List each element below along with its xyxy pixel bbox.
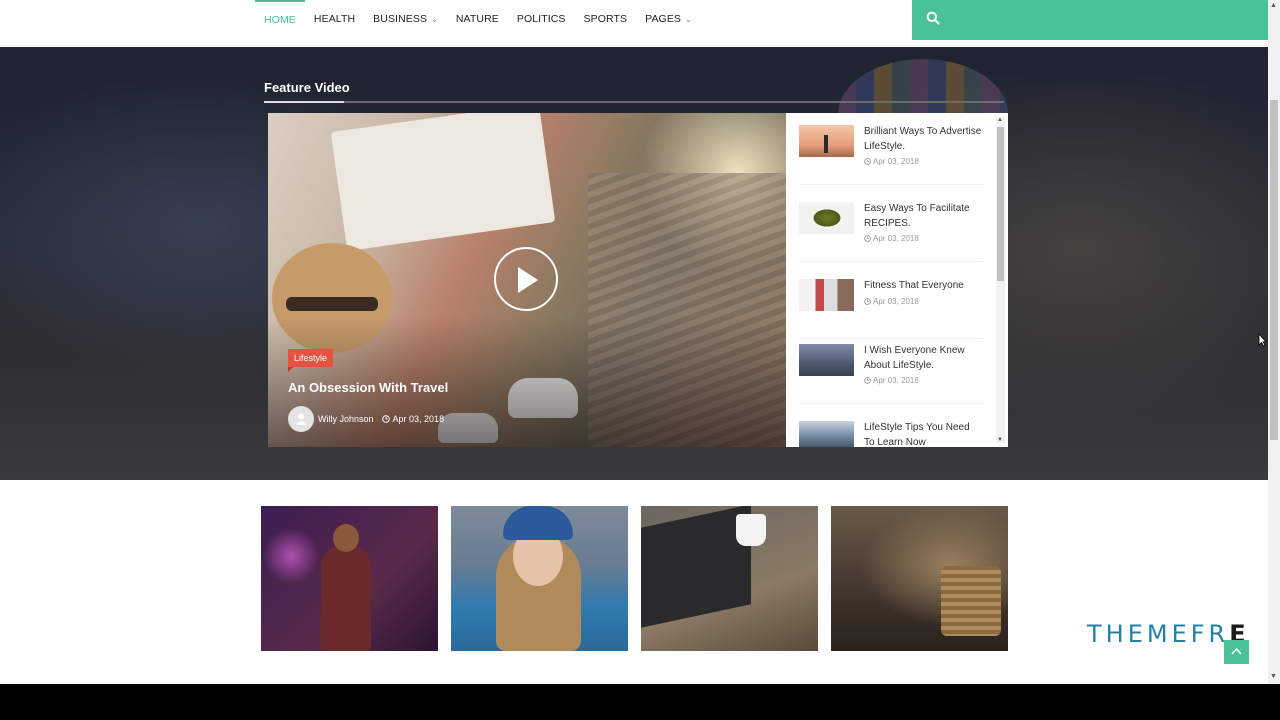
nav-item-label: PAGES [645, 13, 682, 25]
playlist-item-title: I Wish Everyone Knew About LifeStyle. [864, 345, 965, 371]
clock-icon [864, 298, 871, 305]
clock-icon [864, 158, 871, 165]
main-video[interactable]: Lifestyle An Obsession With Travel Willy… [268, 113, 786, 447]
video-meta: Willy Johnson Apr 03, 2018 [288, 406, 445, 432]
playlist-item-date-text: Apr 03, 2018 [873, 376, 919, 385]
nav-item-health[interactable]: HEALTH [305, 0, 364, 38]
page-scrollbar[interactable]: ▲ ▼ [1268, 0, 1280, 684]
gallery-image-coins[interactable] [831, 506, 1008, 651]
logo-text: THEMEFR [1087, 620, 1230, 648]
image-cup [736, 514, 766, 546]
nav-item-label: HOME [264, 14, 296, 26]
clock-icon [864, 235, 871, 242]
playlist-item-date-text: Apr 03, 2018 [873, 297, 919, 306]
chevron-down-icon: ⌄ [431, 14, 438, 24]
nav-item-politics[interactable]: POLITICS [508, 0, 575, 38]
playlist-item[interactable]: Easy Ways To Facilitate RECIPES. Apr 03,… [799, 202, 983, 262]
image-figure [321, 546, 371, 651]
playlist-item-title: Fitness That Everyone [864, 280, 964, 291]
page-scrollbar-thumb[interactable] [1270, 100, 1278, 440]
clock-icon [864, 377, 871, 384]
playlist-thumbnail [799, 421, 854, 447]
playlist-scrollbar[interactable]: ▲ ▼ [996, 117, 1005, 443]
image-figure-hat [503, 506, 573, 540]
playlist-item[interactable]: I Wish Everyone Knew About LifeStyle. Ap… [799, 344, 983, 404]
playlist-scrollbar-thumb[interactable] [997, 127, 1004, 281]
playlist-item-date: Apr 03, 2018 [864, 157, 919, 166]
scroll-up-arrow-icon[interactable]: ▲ [1270, 2, 1277, 9]
nav-item-sports[interactable]: SPORTS [575, 0, 637, 38]
search-icon[interactable] [926, 11, 944, 29]
playlist-item-date-text: Apr 03, 2018 [873, 157, 919, 166]
nav-item-label: BUSINESS [373, 13, 428, 25]
nav-item-label: SPORTS [583, 13, 628, 25]
mouse-cursor-icon [1258, 333, 1267, 347]
playlist-item-date: Apr 03, 2018 [864, 297, 919, 306]
scroll-down-arrow-icon[interactable]: ▼ [997, 437, 1003, 443]
image-coins [941, 566, 1001, 636]
nav-item-business[interactable]: BUSINESS ⌄ [364, 0, 447, 38]
image-figure-head [333, 524, 359, 552]
video-thumbnail-map [330, 113, 556, 252]
section-divider-accent [264, 101, 344, 103]
category-tag[interactable]: Lifestyle [288, 349, 334, 372]
playlist-item-date: Apr 03, 2018 [864, 234, 919, 243]
video-title[interactable]: An Obsession With Travel [288, 380, 448, 395]
gallery-image-woman[interactable] [451, 506, 628, 651]
playlist-item-title: Brilliant Ways To Advertise LifeStyle. [864, 126, 982, 152]
video-date-text: Apr 03, 2018 [392, 414, 445, 424]
playlist-thumbnail [799, 125, 854, 157]
section-title: Feature Video [264, 80, 350, 95]
scroll-down-arrow-icon[interactable]: ▼ [1270, 673, 1277, 680]
playlist-item-date: Apr 03, 2018 [864, 376, 919, 385]
nav-item-home[interactable]: HOME [255, 0, 305, 38]
video-thumbnail-hat-band [286, 297, 378, 311]
playlist-item-date-text: Apr 03, 2018 [873, 234, 919, 243]
main-navigation: HOME HEALTH BUSINESS ⌄ NATURE POLITICS SP… [0, 0, 1268, 46]
playlist-thumbnail [799, 202, 854, 234]
play-button[interactable] [494, 247, 558, 311]
scroll-up-arrow-icon[interactable]: ▲ [997, 117, 1003, 123]
search-bar [912, 0, 1268, 40]
section-divider [264, 101, 1004, 103]
image-laptop [641, 506, 751, 628]
playlist-item[interactable]: Brilliant Ways To Advertise LifeStyle. A… [799, 125, 983, 185]
nav-item-nature[interactable]: NATURE [447, 0, 508, 38]
video-playlist: Brilliant Ways To Advertise LifeStyle. A… [786, 113, 1008, 447]
playlist-thumbnail [799, 344, 854, 376]
page: HOME HEALTH BUSINESS ⌄ NATURE POLITICS SP… [0, 0, 1268, 684]
video-date: Apr 03, 2018 [381, 414, 445, 424]
feature-video-section: Feature Video Lifestyle An Obsession Wit… [0, 47, 1268, 480]
avatar [288, 406, 314, 432]
author-name[interactable]: Willy Johnson [318, 414, 374, 424]
play-icon [518, 267, 538, 293]
nav-item-label: POLITICS [516, 13, 566, 25]
playlist-item[interactable]: Fitness That Everyone Apr 03, 2018 [799, 279, 983, 339]
nav-item-pages[interactable]: PAGES ⌄ [636, 0, 701, 38]
nav-menu: HOME HEALTH BUSINESS ⌄ NATURE POLITICS SP… [255, 0, 701, 38]
nav-item-label: NATURE [455, 13, 499, 25]
playlist-item-title: LifeStyle Tips You Need To Learn Now [864, 422, 970, 447]
gallery-image-laptop[interactable] [641, 506, 818, 651]
chevron-down-icon: ⌄ [685, 14, 692, 24]
nav-item-label: HEALTH [313, 13, 356, 25]
clock-icon [381, 415, 390, 423]
user-icon [295, 413, 307, 425]
playlist-item[interactable]: LifeStyle Tips You Need To Learn Now [799, 421, 983, 447]
back-to-top-button[interactable] [1224, 640, 1249, 664]
playlist-thumbnail [799, 279, 854, 311]
chevron-up-icon [1231, 647, 1242, 655]
playlist-item-title: Easy Ways To Facilitate RECIPES. [864, 203, 970, 229]
gallery-image-concert[interactable] [261, 506, 438, 651]
